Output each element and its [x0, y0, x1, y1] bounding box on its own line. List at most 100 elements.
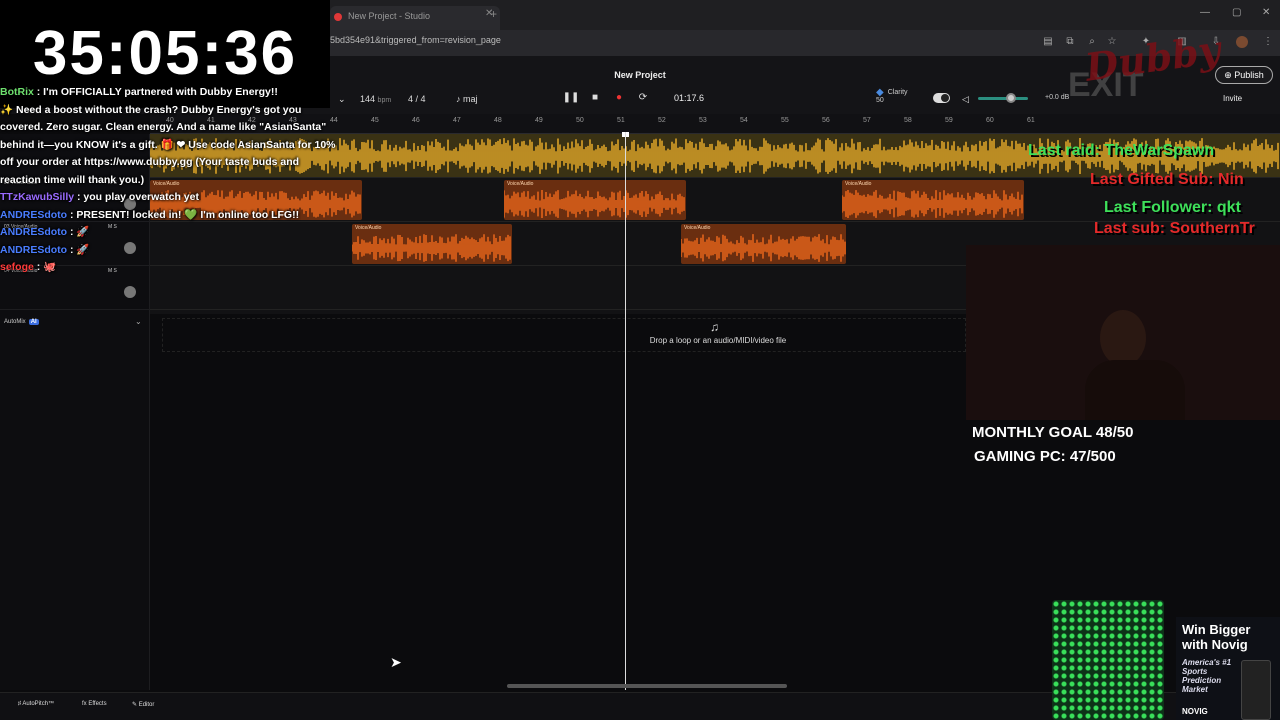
browser-tab[interactable]: New Project - Studio: [330, 6, 500, 30]
clarity-value: 50: [876, 97, 884, 104]
clip-label: Voice/Audio: [355, 225, 382, 231]
pause-button[interactable]: ❚❚: [562, 89, 580, 107]
chat-text: : I'm OFFICIALLY partnered with Dubby En…: [33, 86, 278, 98]
bpm-field[interactable]: 144 bpm: [360, 94, 391, 104]
ruler-bar-number: 59: [945, 117, 953, 124]
streamer-body: [1085, 360, 1185, 420]
chat-message: BotRix : I'm OFFICIALLY partnered with D…: [0, 84, 340, 102]
audio-clip[interactable]: Voice/Audio: [352, 224, 512, 264]
effects-tab[interactable]: fx Effects: [82, 701, 107, 707]
stop-button[interactable]: ■: [586, 89, 604, 107]
chat-message: TTzKawubSilly : you play overwatch yet: [0, 189, 340, 207]
speaker-icon[interactable]: ◁: [962, 94, 969, 105]
chat-message: ANDRESdoto : 🚀: [0, 224, 340, 242]
mouse-cursor-icon: ➤: [390, 654, 402, 670]
install-app-icon[interactable]: ⧉: [1064, 36, 1076, 48]
drop-zone[interactable]: [162, 318, 966, 352]
playback-time: 01:17.6: [674, 93, 705, 103]
chat-username: sefoge: [0, 261, 34, 273]
ruler-bar-number: 53: [699, 117, 707, 124]
ad-brand: NOVIG: [1182, 707, 1208, 716]
chat-username: ANDRESdoto: [0, 208, 68, 221]
clip-label: Voice/Audio: [684, 225, 711, 231]
autopitch-label: AutoPitch™: [22, 701, 55, 707]
ruler-bar-number: 60: [986, 117, 994, 124]
volume-slider[interactable]: [978, 97, 1028, 100]
chat-message: ANDRESdoto : PRESENT! locked in! 💚 I'm o…: [0, 207, 340, 225]
bpm-value: 144: [360, 94, 376, 104]
chat-username: TTzKawubSilly: [0, 191, 75, 203]
ruler-bar-number: 55: [781, 117, 789, 124]
key-value: maj: [463, 94, 478, 104]
chat-username: BotRix: [0, 86, 34, 98]
chat-text: : 🚀: [67, 226, 90, 238]
pan-knob[interactable]: [124, 286, 136, 298]
ruler-bar-number: 58: [904, 117, 912, 124]
ruler-bar-number: 54: [740, 117, 748, 124]
chat-message: ANDRESdoto : 🚀: [0, 242, 340, 260]
ruler-bar-number: 49: [535, 117, 543, 124]
record-button[interactable]: ●: [610, 89, 628, 107]
bpm-unit: bpm: [377, 97, 392, 104]
playhead[interactable]: [625, 132, 626, 690]
time-signature[interactable]: 4 / 4: [408, 94, 426, 104]
tab-title: New Project - Studio: [348, 11, 431, 21]
new-tab-icon[interactable]: +: [490, 7, 497, 21]
chevron-down-icon[interactable]: ⌄: [135, 317, 142, 326]
clip-waveform: [504, 190, 685, 218]
music-note-icon: ♫: [710, 320, 719, 334]
monthly-goal: MONTHLY GOAL 48/50: [972, 424, 1134, 441]
ruler-bar-number: 45: [371, 117, 379, 124]
ruler-bar-number: 52: [658, 117, 666, 124]
window-close-icon[interactable]: ✕: [1262, 7, 1270, 18]
clip-waveform: [842, 190, 1023, 218]
publish-label: Publish: [1234, 70, 1264, 80]
chat-text: : you play overwatch yet: [74, 191, 199, 203]
project-title[interactable]: New Project: [590, 70, 690, 80]
clarity-toggle[interactable]: [933, 93, 950, 103]
ruler-bar-number: 57: [863, 117, 871, 124]
effects-label: Effects: [88, 701, 107, 707]
editor-tab[interactable]: ✎ Editor: [132, 701, 154, 708]
volume-slider-handle[interactable]: [1006, 93, 1016, 103]
editor-label: Editor: [138, 702, 155, 708]
chat-username: ANDRESdoto: [0, 226, 68, 238]
chat-text: : 🚀: [67, 243, 90, 256]
tab-favicon-icon: [334, 13, 342, 21]
ruler-bar-number: 51: [617, 117, 625, 124]
ad-subtitle: America's #1 Sports Prediction Market: [1182, 658, 1232, 694]
audio-clip[interactable]: Voice/Audio: [504, 180, 686, 220]
audio-clip[interactable]: Voice/Audio: [842, 180, 1024, 220]
chat-text: : PRESENT! locked in! 💚 I'm online too L…: [67, 208, 300, 221]
ruler-bar-number: 50: [576, 117, 584, 124]
loop-button[interactable]: ⟳: [634, 89, 652, 107]
key-selector[interactable]: ♪ maj: [456, 94, 478, 104]
chat-message: ✨ Need a boost without the crash? Dubby …: [0, 102, 340, 190]
last-gifted-sub: Last Gifted Sub: Nin: [1090, 171, 1244, 188]
clarity-control[interactable]: ◆ Clarity 50: [876, 87, 908, 105]
reading-mode-icon[interactable]: ▤: [1042, 36, 1054, 48]
last-raid: Last raid: TheWarSpawn: [1028, 142, 1215, 159]
automix-label: AutoMix: [4, 319, 26, 325]
ad-title: Win Bigger with Novig: [1182, 622, 1251, 652]
chat-message: sefoge : 🐙: [0, 259, 340, 277]
last-follower: Last Follower: qkt: [1104, 199, 1241, 216]
profile-avatar[interactable]: [1236, 36, 1248, 48]
ruler-bar-number: 46: [412, 117, 420, 124]
url-text[interactable]: 5bd354e91&triggered_from=revision_page: [330, 35, 501, 45]
window-maximize-icon[interactable]: ▢: [1232, 7, 1241, 18]
window-minimize-icon[interactable]: —: [1200, 7, 1210, 18]
clarity-icon: ◆: [876, 87, 884, 98]
transport-controls: ❚❚ ■ ● ⟳ 01:17.6: [560, 89, 720, 107]
last-sub: Last sub: SouthernTr: [1094, 220, 1255, 237]
ruler-bar-number: 47: [453, 117, 461, 124]
automix-toggle[interactable]: AutoMix AI: [4, 319, 39, 325]
gaming-pc-goal: GAMING PC: 47/500: [974, 448, 1116, 465]
autopitch-tab[interactable]: ♯ AutoPitch™: [18, 701, 54, 707]
chat-text: : 🐙: [33, 261, 57, 273]
browser-menu-icon[interactable]: ⋮: [1262, 36, 1274, 48]
ai-badge: AI: [28, 319, 39, 325]
clarity-label: Clarity: [887, 89, 908, 96]
audio-clip[interactable]: Voice/Audio: [681, 224, 846, 264]
horizontal-scrollbar[interactable]: [507, 684, 787, 688]
